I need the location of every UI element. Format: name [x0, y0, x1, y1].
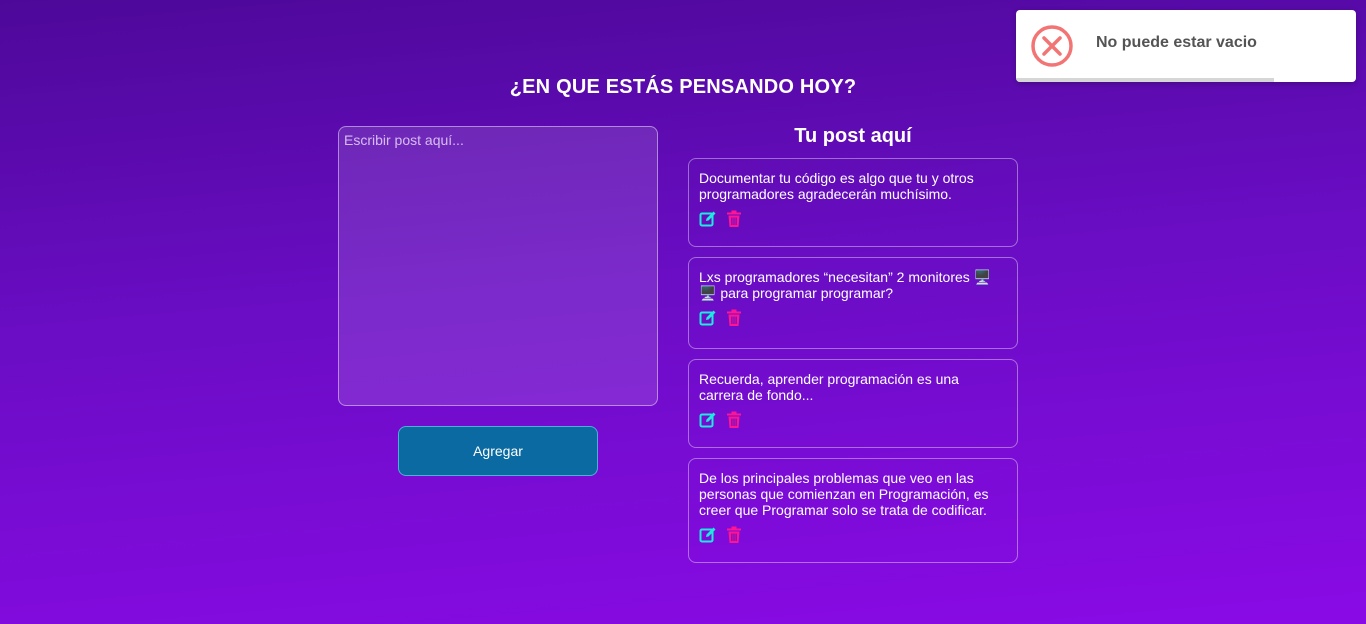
post-text: Recuerda, aprender programación es una c…	[699, 371, 959, 403]
add-post-button[interactable]: Agregar	[398, 426, 598, 476]
edit-icon[interactable]	[699, 526, 717, 544]
error-x-icon	[1031, 25, 1073, 67]
toast-message: No puede estar vacio	[1096, 34, 1257, 51]
edit-icon[interactable]	[699, 411, 717, 429]
post-card: Lxs programadores “necesitan” 2 monitore…	[688, 257, 1018, 349]
post-card: Documentar tu código es algo que tu y ot…	[688, 158, 1018, 247]
post-text: Documentar tu código es algo que tu y ot…	[699, 170, 974, 202]
toast-timer-bar	[1016, 78, 1275, 82]
trash-icon[interactable]	[725, 210, 743, 228]
post-card: De los principales problemas que veo en …	[688, 458, 1018, 563]
posts-section-title: Tu post aquí	[794, 125, 912, 147]
edit-icon[interactable]	[699, 309, 717, 327]
post-textarea[interactable]	[338, 126, 658, 406]
post-text: Lxs programadores “necesitan” 2 monitore…	[699, 269, 992, 301]
trash-icon[interactable]	[725, 526, 743, 544]
post-card: Recuerda, aprender programación es una c…	[688, 359, 1018, 448]
error-toast: No puede estar vacio	[1016, 10, 1356, 82]
post-text: De los principales problemas que veo en …	[699, 470, 989, 518]
trash-icon[interactable]	[725, 309, 743, 327]
edit-icon[interactable]	[699, 210, 717, 228]
trash-icon[interactable]	[725, 411, 743, 429]
